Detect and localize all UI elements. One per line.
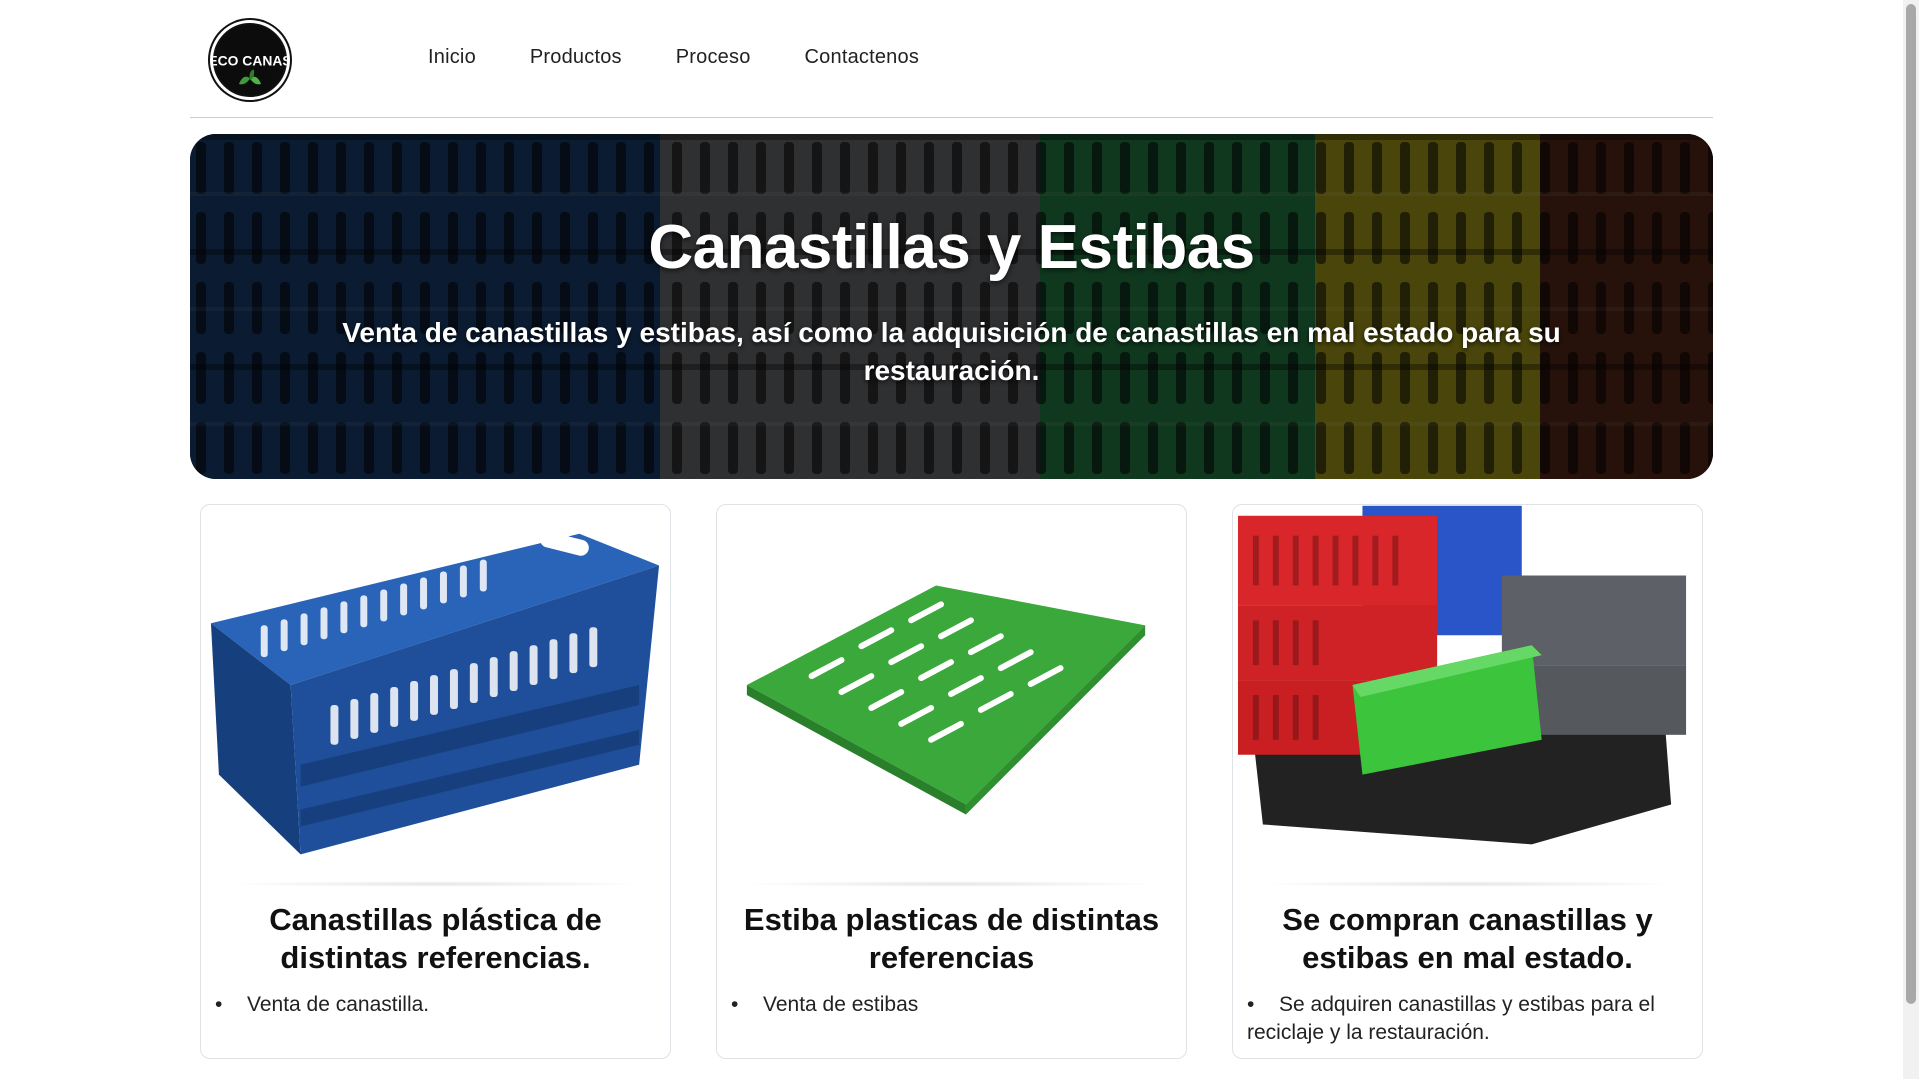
eco-canas-logo[interactable]: ECO CANAS <box>210 20 290 100</box>
hero-subtitle: Venta de canastillas y estibas, así como… <box>342 317 1561 386</box>
hero-overlay <box>190 134 1713 479</box>
nav-link-contactenos[interactable]: Contactenos <box>805 46 920 69</box>
card-title: Se compran canastillas y estibas en mal … <box>1282 902 1653 975</box>
card-bullet-item: Venta de estibas <box>731 991 1168 1019</box>
card-bullet-item: Venta de canastilla. <box>215 991 652 1019</box>
blue-crate-image <box>201 505 670 885</box>
card-title: Canastillas plástica de distintas refere… <box>269 902 602 975</box>
card-bullet-item: Se adquiren canastillas y estibas para e… <box>1247 991 1684 1047</box>
card-bullet-list: Venta de canastilla. <box>215 991 652 1019</box>
main-nav: Inicio Productos Proceso Contactenos <box>428 46 919 69</box>
nav-link-proceso[interactable]: Proceso <box>676 46 751 69</box>
card-divider <box>221 881 650 887</box>
product-card-canastillas: Canastillas plástica de distintas refere… <box>200 504 671 1059</box>
card-divider <box>737 881 1166 887</box>
logo-text: ECO CANAS <box>213 53 287 69</box>
site-header: ECO CANAS Inicio Productos Proceso Conta… <box>190 0 1713 118</box>
card-title: Estiba plasticas de distintas referencia… <box>743 902 1160 975</box>
hero-title: Canastillas y Estibas <box>648 213 1255 282</box>
card-bullet-list: Se adquiren canastillas y estibas para e… <box>1247 991 1684 1047</box>
nav-link-inicio[interactable]: Inicio <box>428 46 476 69</box>
scrollbar-thumb[interactable] <box>1906 4 1916 1004</box>
card-bullet-list: Venta de estibas <box>731 991 1168 1019</box>
product-card-estibas: Estiba plasticas de distintas referencia… <box>716 504 1187 1059</box>
product-card-compra: Se compran canastillas y estibas en mal … <box>1232 504 1703 1059</box>
stacked-crates-image <box>1233 505 1702 885</box>
green-pallet-image <box>717 505 1186 885</box>
hero-banner: Canastillas y Estibas Venta de canastill… <box>190 134 1713 479</box>
nav-link-productos[interactable]: Productos <box>530 46 622 69</box>
card-divider <box>1253 881 1682 887</box>
page-scrollbar[interactable] <box>1903 0 1919 1079</box>
